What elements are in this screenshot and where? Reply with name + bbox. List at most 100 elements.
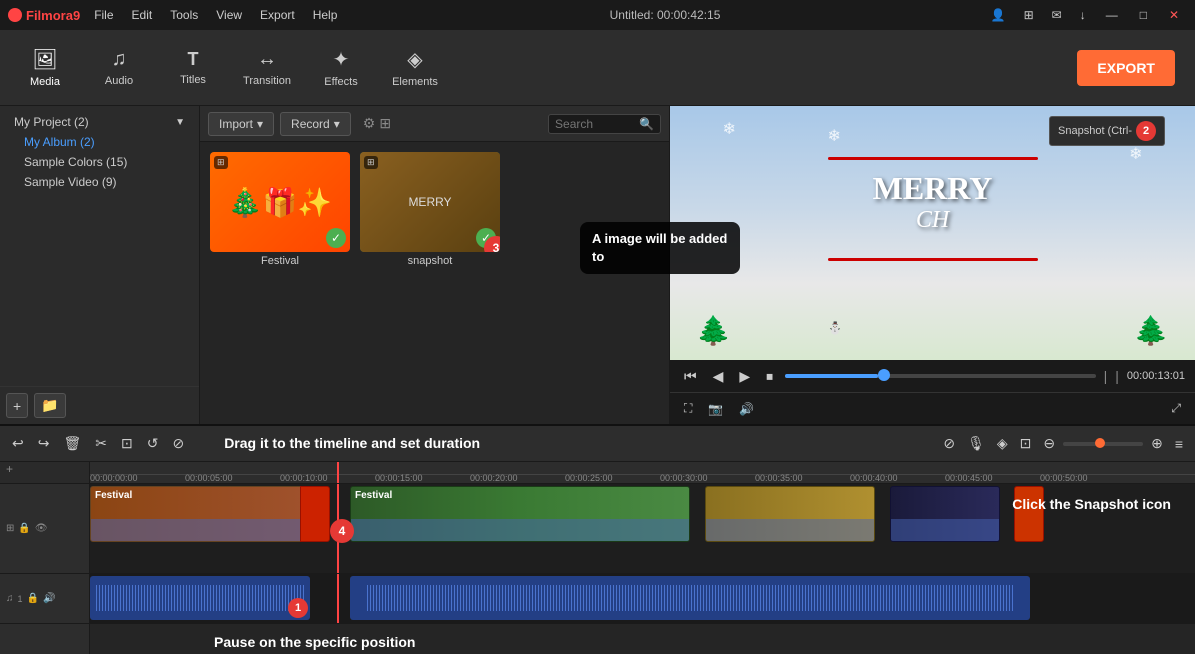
fullscreen-button[interactable]: ⛶ [680, 399, 696, 418]
add-media-button[interactable]: + [6, 393, 28, 418]
decorative-line-bottom [828, 258, 1038, 261]
tl-redo-button[interactable]: ↪ [34, 433, 54, 454]
tree-sample-colors[interactable]: Sample Colors (15) [8, 152, 191, 172]
app-logo: Filmora9 [8, 8, 80, 23]
timeline-right: 00:00:00:00 00:00:05:00 00:00:10:00 00:0… [90, 462, 1195, 654]
progress-handle[interactable] [878, 369, 890, 381]
step-back-button[interactable]: ◀ [709, 366, 728, 387]
festival-check: ✓ [326, 228, 346, 248]
annotation-snapshot-text: Click the Snapshot icon [1008, 492, 1175, 516]
audio-clip-2[interactable] [350, 576, 1030, 620]
user-icon[interactable]: 👤 [985, 6, 1012, 24]
menu-help[interactable]: Help [305, 6, 346, 24]
export-button[interactable]: EXPORT [1077, 50, 1175, 86]
media-thumb-festival[interactable]: 🎄🎁✨ ⊞ ✓ [210, 152, 350, 252]
menu-edit[interactable]: Edit [124, 6, 161, 24]
tl-settings-button[interactable]: ≡ [1171, 434, 1187, 454]
ruler-20: 00:00:20:00 [470, 473, 518, 483]
toolbar-titles[interactable]: T Titles [158, 38, 228, 98]
media-item-festival: 🎄🎁✨ ⊞ ✓ Festival [210, 152, 350, 267]
annotation-1: 1 [288, 598, 308, 618]
left-panel: My Project (2) ▼ My Album (2) Sample Col… [0, 106, 200, 424]
mail-icon[interactable]: ✉ [1046, 6, 1068, 24]
tl-split-button[interactable]: ⊘ [168, 433, 188, 454]
clip-festival-1[interactable]: Festival [90, 486, 310, 542]
tree-my-album[interactable]: My Album (2) [8, 132, 191, 152]
search-input[interactable] [555, 117, 635, 131]
tl-pip-button[interactable]: ⊡ [1016, 433, 1036, 454]
toolbar-transition[interactable]: ↔ Transition [232, 38, 302, 98]
clip-festival-4[interactable] [890, 486, 1000, 542]
menu-tools[interactable]: Tools [162, 6, 206, 24]
titles-label: Titles [180, 74, 206, 86]
search-icon[interactable]: 🔍 [639, 117, 654, 131]
media-thumb-snapshot[interactable]: MERRY ⊞ ✓ 3 [360, 152, 500, 252]
tl-motion-button[interactable]: ◈ [993, 433, 1012, 454]
timeline-section: ↩ ↪ 🗑 ✂ ⊡ ↺ ⊘ Drag it to the timeline an… [0, 424, 1195, 654]
tl-audio-button[interactable]: 🎙 [963, 433, 989, 454]
toolbar-audio[interactable]: ♫ Audio [84, 38, 154, 98]
tl-undo-button[interactable]: ↩ [8, 433, 28, 454]
audio-label: Audio [105, 75, 133, 87]
grid-view-icon[interactable]: ⊞ [379, 115, 391, 132]
rewind-button[interactable]: ⏮ [680, 366, 701, 387]
snowflake-2: ❄ [828, 126, 841, 146]
tree-right: 🌲 [1134, 314, 1169, 347]
audio-track: 1 [90, 574, 1195, 624]
track-labels: + ⊞ 🔒 👁 ♫ 1 🔒 🔊 [0, 462, 90, 654]
tl-rotate-button[interactable]: ↺ [143, 433, 163, 454]
project-root[interactable]: My Project (2) ▼ [8, 112, 191, 132]
tl-cut-button[interactable]: ✂ [91, 433, 111, 454]
filter-icon[interactable]: ⚙ [363, 115, 376, 132]
track-a1-vol-icon[interactable]: 🔊 [43, 593, 55, 604]
app: Filmora9 File Edit Tools View Export Hel… [0, 0, 1195, 654]
preview-video: ❄ ❄ ❄ ❄ MERRY CH ⛄ [670, 106, 1195, 360]
menu-view[interactable]: View [208, 6, 250, 24]
tl-delete-button[interactable]: 🗑 [59, 433, 85, 454]
fullscreen2-button[interactable]: ⤢ [1167, 399, 1185, 418]
track-v1-eye-icon[interactable]: 👁 [35, 523, 48, 534]
minimize-button[interactable]: — [1098, 8, 1126, 22]
toolbar-elements[interactable]: ◈ Elements [380, 38, 450, 98]
volume-button[interactable]: 🔊 [735, 400, 758, 418]
track-a1-lock-icon[interactable]: 🔒 [27, 593, 39, 604]
stop-button[interactable]: ⏹ [762, 366, 777, 387]
record-button[interactable]: Record ▾ [280, 112, 351, 136]
add-track-icon[interactable]: + [0, 462, 19, 479]
tree-sample-video[interactable]: Sample Video (9) [8, 172, 191, 192]
progress-bar[interactable] [785, 374, 1095, 378]
timeline-content: + ⊞ 🔒 👁 ♫ 1 🔒 🔊 [0, 462, 1195, 654]
clip-3-audio-wave [706, 519, 874, 541]
track-v1-lock-icon[interactable]: 🔒 [18, 523, 30, 534]
menu-file[interactable]: File [86, 6, 121, 24]
tl-crop-button[interactable]: ⊡ [117, 433, 137, 454]
tree-arrow-icon: ▼ [175, 117, 185, 128]
tl-zoom-out-button[interactable]: ⊖ [1039, 433, 1059, 454]
toolbar-effects[interactable]: ✦ Effects [306, 38, 376, 98]
play-button[interactable]: ▶ [735, 366, 754, 387]
timeline-ruler: 00:00:00:00 00:00:05:00 00:00:10:00 00:0… [90, 462, 1195, 484]
audio-clip-1[interactable]: 1 [90, 576, 310, 620]
tl-zoom-in-button[interactable]: ⊕ [1147, 433, 1167, 454]
import-button[interactable]: Import ▾ [208, 112, 274, 136]
track-a1-music-icon: ♫ [6, 593, 14, 604]
transition-label-text: Transition [243, 75, 291, 87]
annotation-4: 4 [330, 519, 354, 543]
download-icon[interactable]: ↓ [1074, 6, 1092, 24]
layout-icon[interactable]: ⊞ [1018, 6, 1040, 24]
close-button[interactable]: ✕ [1161, 8, 1187, 22]
ruler-50: 00:00:50:00 [1040, 473, 1088, 483]
clip-1-audio-wave [91, 519, 309, 541]
record-dropdown-icon: ▾ [334, 117, 340, 131]
toolbar-media[interactable]: 🖼 Media [10, 38, 80, 98]
media-browser: Import ▾ Record ▾ ⚙ ⊞ 🔍 [200, 106, 670, 424]
snapshot-button[interactable]: 📷 [704, 400, 727, 418]
video-track-label: ⊞ 🔒 👁 [0, 484, 89, 574]
tl-detach-button[interactable]: ⊘ [939, 433, 959, 454]
clip-festival-3[interactable] [705, 486, 875, 542]
maximize-button[interactable]: □ [1132, 8, 1155, 22]
menu-export[interactable]: Export [252, 6, 303, 24]
add-folder-button[interactable]: 📁 [34, 393, 65, 418]
ruler-40: 00:00:40:00 [850, 473, 898, 483]
clip-festival-2[interactable]: Festival [350, 486, 690, 542]
